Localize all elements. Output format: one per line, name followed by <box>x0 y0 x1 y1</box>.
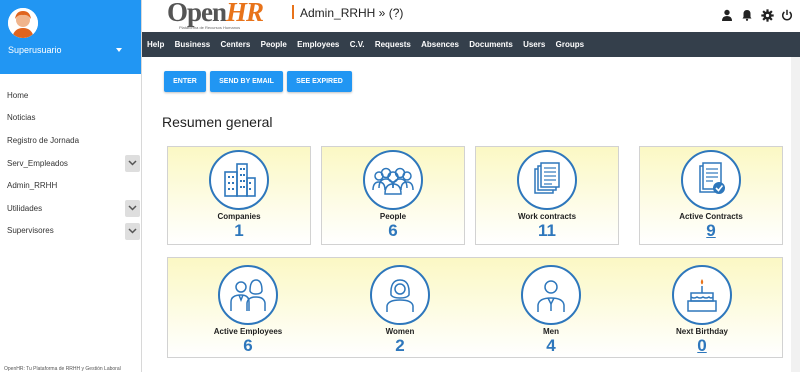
nav-cv[interactable]: C.V. <box>350 40 365 49</box>
top-bar: OpenHR Plataforma de Recursos Humanos Ad… <box>142 0 800 32</box>
action-buttons: ENTER SEND BY EMAIL SEE EXPIRED <box>164 71 352 92</box>
page-title: Resumen general <box>162 114 273 130</box>
nav-absences[interactable]: Absences <box>421 40 459 49</box>
sidebar: Superusuario Home Noticias Registro de J… <box>0 0 142 372</box>
sidebar-item-utilidades[interactable]: Utilidades <box>0 197 142 220</box>
sidebar-item-noticias[interactable]: Noticias <box>0 107 142 130</box>
tile-label: Work contracts <box>517 212 577 221</box>
tile-people[interactable]: People 6 <box>333 150 453 241</box>
tile-women[interactable]: Women 2 <box>340 265 460 356</box>
contract-check-icon <box>681 150 741 210</box>
tile-value: 4 <box>546 336 556 355</box>
couple-icon <box>218 265 278 325</box>
nav-centers[interactable]: Centers <box>221 40 251 49</box>
building-icon <box>209 150 269 210</box>
tile-value: 6 <box>243 336 253 355</box>
nav-requests[interactable]: Requests <box>375 40 411 49</box>
see-expired-button[interactable]: SEE EXPIRED <box>287 71 352 92</box>
power-icon[interactable] <box>780 8 794 22</box>
nav-help[interactable]: Help <box>147 40 164 49</box>
sidebar-item-label: Utilidades <box>7 203 43 213</box>
user-menu-caret-icon[interactable] <box>116 48 122 52</box>
sidebar-item-label: Serv_Empleados <box>7 158 68 168</box>
tile-companies[interactable]: Companies 1 <box>179 150 299 241</box>
tile-label: Next Birthday <box>675 327 728 336</box>
openhr-logo[interactable]: OpenHR Plataforma de Recursos Humanos <box>167 0 264 30</box>
tile-label: Companies <box>217 212 261 221</box>
enter-button[interactable]: ENTER <box>164 71 206 92</box>
nav-groups[interactable]: Groups <box>556 40 584 49</box>
chevron-down-icon[interactable] <box>125 154 140 172</box>
sidebar-item-admin-rrhh[interactable]: Admin_RRHH <box>0 174 142 197</box>
tile-value-link[interactable]: 0 <box>697 336 706 356</box>
sidebar-menu: Home Noticias Registro de Jornada Serv_E… <box>0 84 142 242</box>
logo-open: Open <box>167 0 227 27</box>
sidebar-item-label: Admin_RRHH <box>7 181 58 191</box>
sidebar-item-label: Noticias <box>7 113 36 123</box>
tile-value: 11 <box>538 221 556 240</box>
tile-label: Men <box>543 327 559 336</box>
chevron-down-icon[interactable] <box>125 199 140 217</box>
bell-icon[interactable] <box>740 8 754 22</box>
nav-people[interactable]: People <box>261 40 287 49</box>
tile-work-contracts[interactable]: Work contracts 11 <box>487 150 607 241</box>
man-icon <box>521 265 581 325</box>
nav-users[interactable]: Users <box>523 40 545 49</box>
birthday-cake-icon <box>672 265 732 325</box>
sidebar-item-supervisores[interactable]: Supervisores <box>0 220 142 243</box>
username[interactable]: Superusuario <box>8 45 62 55</box>
tile-value-link[interactable]: 9 <box>706 221 715 241</box>
top-icons <box>720 8 794 22</box>
woman-icon <box>370 265 430 325</box>
people-group-icon <box>363 150 423 210</box>
sidebar-item-home[interactable]: Home <box>0 84 142 107</box>
tile-next-birthday[interactable]: Next Birthday 0 <box>642 265 762 356</box>
sidebar-footer: OpenHR: Tu Plataforma de RRHH y Gestión … <box>4 366 121 372</box>
breadcrumb-divider <box>292 5 294 19</box>
main-nav: Help Business Centers People Employees C… <box>142 32 800 57</box>
tile-active-contracts[interactable]: Active Contracts 9 <box>651 150 771 241</box>
user-panel: Superusuario <box>0 0 141 74</box>
logo-hr: HR <box>226 0 264 27</box>
nav-employees[interactable]: Employees <box>297 40 339 49</box>
tile-value: 2 <box>395 336 405 355</box>
avatar[interactable] <box>8 8 38 38</box>
sidebar-item-registro-de-jornada[interactable]: Registro de Jornada <box>0 129 142 152</box>
breadcrumb: Admin_RRHH » (?) <box>300 6 404 20</box>
tile-label: Women <box>385 327 415 336</box>
gear-icon[interactable] <box>760 8 774 22</box>
main-content: ENTER SEND BY EMAIL SEE EXPIRED Resumen … <box>142 57 800 372</box>
send-by-email-button[interactable]: SEND BY EMAIL <box>210 71 283 92</box>
nav-business[interactable]: Business <box>175 40 211 49</box>
logo-subtitle: Plataforma de Recursos Humanos <box>179 25 241 30</box>
tile-active-employees[interactable]: Active Employees 6 <box>188 265 308 356</box>
tile-men[interactable]: Men 4 <box>491 265 611 356</box>
tile-value: 1 <box>234 221 244 240</box>
tile-label: Active Contracts <box>679 212 743 221</box>
sidebar-item-label: Registro de Jornada <box>7 135 80 145</box>
chevron-down-icon[interactable] <box>125 222 140 240</box>
scrollbar[interactable] <box>791 57 800 372</box>
documents-icon <box>517 150 577 210</box>
nav-documents[interactable]: Documents <box>469 40 513 49</box>
tile-label: Active Employees <box>213 327 283 336</box>
sidebar-item-label: Home <box>7 90 29 100</box>
sidebar-item-label: Supervisores <box>7 226 54 236</box>
tile-value: 6 <box>388 221 398 240</box>
tile-label: People <box>379 212 407 221</box>
sidebar-item-serv-empleados[interactable]: Serv_Empleados <box>0 152 142 175</box>
user-icon[interactable] <box>720 8 734 22</box>
